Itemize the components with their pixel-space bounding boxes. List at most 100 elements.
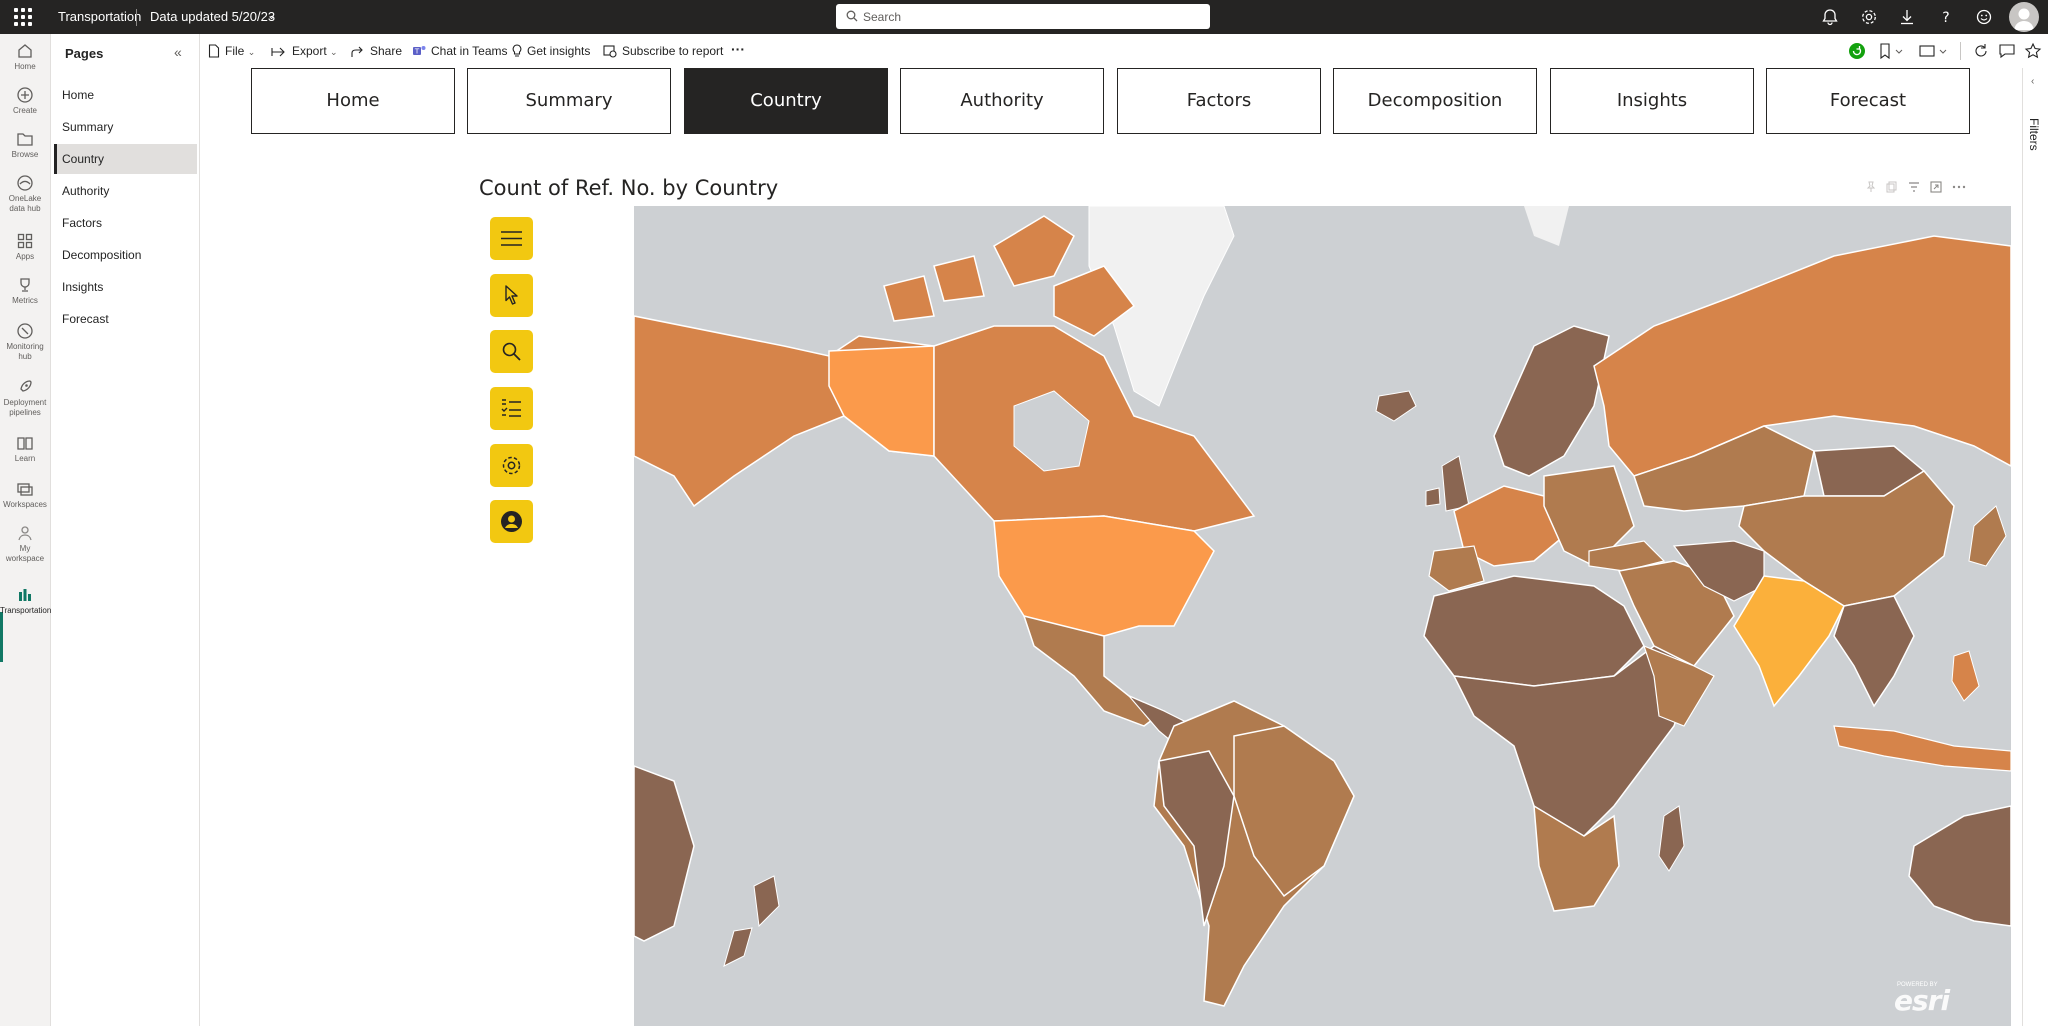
chat-label: Chat in Teams: [431, 44, 508, 58]
iceland-shape: [1375, 390, 1417, 422]
new-zealand-shape: [723, 875, 780, 967]
nav-button-decomposition[interactable]: Decomposition: [1333, 68, 1537, 134]
onelake-icon: [17, 175, 33, 191]
search-input[interactable]: Search: [836, 4, 1210, 29]
rail-label: Apps: [15, 252, 35, 261]
refresh-status-icon[interactable]: [1848, 42, 1866, 60]
settings-icon[interactable]: [1859, 7, 1879, 27]
favorite-star-icon[interactable]: [2024, 42, 2042, 60]
settings-icon: [502, 456, 521, 475]
rail-label: My workspace: [5, 544, 45, 563]
legend-button[interactable]: [490, 387, 533, 430]
filled-map[interactable]: [634, 206, 2011, 1026]
chat-in-teams-button[interactable]: T Chat in Teams: [412, 44, 507, 58]
rail-learn[interactable]: Learn: [0, 434, 50, 464]
expand-filters-icon[interactable]: ‹: [2031, 76, 2034, 87]
pointer-button[interactable]: [490, 274, 533, 317]
notifications-icon[interactable]: [1820, 7, 1840, 27]
more-options-visual-icon[interactable]: [1952, 181, 1966, 193]
rail-onelake[interactable]: OneLake data hub: [0, 174, 50, 214]
file-label: File: [225, 44, 245, 58]
top-bar: Transportation Data updated 5/20/23 ⌄ Se…: [0, 0, 2048, 34]
user-button[interactable]: [490, 500, 533, 543]
rail-monitoring[interactable]: Monitoring hub: [0, 322, 50, 362]
page-item-factors[interactable]: Factors: [54, 208, 197, 238]
share-button[interactable]: Share: [351, 44, 402, 58]
apps-icon: [17, 233, 33, 249]
page-item-decomposition[interactable]: Decomposition: [54, 240, 197, 270]
feedback-icon[interactable]: [1974, 7, 1994, 27]
export-menu[interactable]: Export ⌄: [271, 44, 338, 58]
settings-button[interactable]: [490, 444, 533, 487]
filter-icon[interactable]: [1908, 181, 1920, 193]
nav-button-country[interactable]: Country: [684, 68, 888, 134]
user-icon: [501, 511, 522, 532]
subscribe-icon: [603, 45, 617, 58]
nav-button-factors[interactable]: Factors: [1117, 68, 1321, 134]
refresh-icon[interactable]: [1972, 42, 1990, 60]
rail-label: Deployment pipelines: [3, 398, 47, 417]
nav-button-authority[interactable]: Authority: [900, 68, 1104, 134]
rail-apps[interactable]: Apps: [0, 232, 50, 262]
file-menu[interactable]: File ⌄: [208, 44, 255, 58]
madagascar-shape: [1658, 805, 1685, 872]
subscribe-button[interactable]: Subscribe to report: [603, 44, 723, 58]
view-icon[interactable]: [1918, 42, 1954, 60]
rail-label: Monitoring hub: [6, 342, 44, 361]
copy-icon[interactable]: [1886, 181, 1898, 193]
rail-create[interactable]: Create: [0, 86, 50, 116]
rail-transportation[interactable]: Transportation: [0, 586, 51, 616]
nav-button-summary[interactable]: Summary: [467, 68, 671, 134]
rocket-icon: [20, 380, 32, 392]
rail-my-workspace[interactable]: My workspace: [0, 524, 50, 564]
svalbard-shape: [1524, 206, 1569, 246]
rail-label: OneLake data hub: [8, 194, 42, 213]
menu-icon: [501, 231, 522, 246]
book-icon: [17, 437, 33, 450]
app-title[interactable]: Transportation: [58, 9, 141, 24]
rail-metrics[interactable]: Metrics: [0, 276, 50, 306]
rail-workspaces[interactable]: Workspaces: [0, 480, 50, 510]
data-updated-label[interactable]: Data updated 5/20/23: [150, 9, 275, 24]
russia-shape: [1593, 235, 2011, 477]
rail-label: Home: [14, 62, 36, 71]
menu-button[interactable]: [490, 217, 533, 260]
legend-list-icon: [501, 399, 521, 417]
bookmark-icon[interactable]: [1878, 42, 1908, 60]
trophy-icon: [20, 278, 30, 292]
page-item-authority[interactable]: Authority: [54, 176, 197, 206]
rail-home[interactable]: Home: [0, 42, 50, 72]
alaska-highlight-shape: [828, 345, 935, 457]
chevron-down-icon[interactable]: ⌄: [267, 9, 276, 22]
account-avatar[interactable]: [2009, 2, 2039, 32]
rail-browse[interactable]: Browse: [0, 130, 50, 160]
nav-button-forecast[interactable]: Forecast: [1766, 68, 1970, 134]
australia-shape: [1908, 805, 2011, 927]
page-item-country[interactable]: Country: [54, 144, 197, 174]
focus-mode-icon[interactable]: [1930, 181, 1942, 193]
collapse-icon[interactable]: «: [174, 44, 182, 60]
app-launcher-icon[interactable]: [14, 8, 32, 26]
download-icon[interactable]: [1897, 7, 1917, 27]
page-item-home[interactable]: Home: [54, 80, 197, 110]
more-options-icon[interactable]: ···: [731, 41, 745, 57]
filters-pane[interactable]: ‹ Filters: [2022, 68, 2048, 1026]
pointer-icon: [505, 285, 518, 305]
canada-shape: [933, 325, 1256, 532]
search-button[interactable]: [490, 330, 533, 373]
filters-label[interactable]: Filters: [2027, 118, 2041, 151]
philippines-shape: [1951, 650, 1980, 702]
japan-shape: [1968, 505, 2007, 567]
search-placeholder: Search: [863, 10, 902, 24]
page-item-insights[interactable]: Insights: [54, 272, 197, 302]
pin-icon[interactable]: [1865, 181, 1877, 193]
page-item-summary[interactable]: Summary: [54, 112, 197, 142]
nav-button-home[interactable]: Home: [251, 68, 455, 134]
comment-icon[interactable]: [1998, 42, 2016, 60]
page-item-forecast[interactable]: Forecast: [54, 304, 197, 334]
help-icon[interactable]: ?: [1936, 7, 1956, 27]
rail-deployment[interactable]: Deployment pipelines: [0, 378, 50, 418]
nav-button-insights[interactable]: Insights: [1550, 68, 1754, 134]
get-insights-button[interactable]: Get insights: [512, 44, 590, 58]
teams-icon: T: [413, 46, 426, 56]
